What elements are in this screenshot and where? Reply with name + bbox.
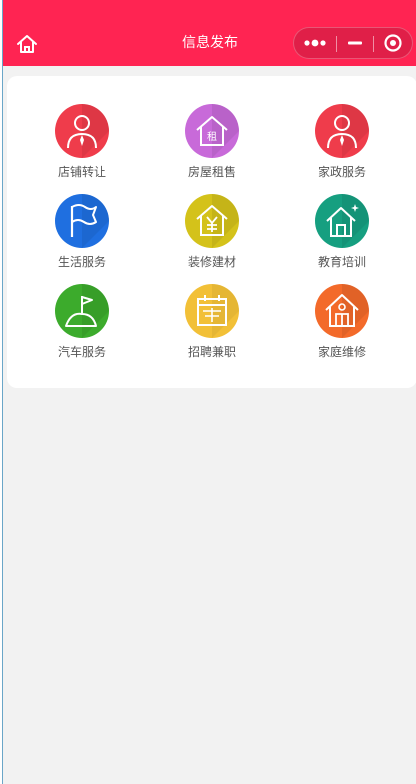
category-card: 店铺转让 租 房屋租售 家政服务 生活服务 装修建材 教育培训 汽车服务 招聘兼… <box>7 76 416 388</box>
category-label: 装修建材 <box>187 255 236 269</box>
category-label: 房屋租售 <box>187 165 236 179</box>
category-item[interactable]: 店铺转让 <box>27 104 137 184</box>
category-item[interactable]: 教育培训 <box>287 194 397 274</box>
target-icon[interactable] <box>374 28 412 58</box>
category-item[interactable]: 家政服务 <box>287 104 397 184</box>
house-tools-icon <box>315 284 369 338</box>
more-icon[interactable] <box>294 28 336 58</box>
businessman-icon <box>315 104 369 158</box>
mini-program-capsule <box>293 27 413 59</box>
flag-icon <box>55 194 109 248</box>
category-label: 教育培训 <box>317 255 366 269</box>
category-item[interactable]: 生活服务 <box>27 194 137 274</box>
flag-hill-icon <box>55 284 109 338</box>
category-item[interactable]: 汽车服务 <box>27 284 137 364</box>
category-label: 汽车服务 <box>57 345 106 359</box>
category-label: 家政服务 <box>317 165 366 179</box>
category-label: 店铺转让 <box>57 165 106 179</box>
category-label: 招聘兼职 <box>187 345 236 359</box>
category-label: 家庭维修 <box>317 345 366 359</box>
navigation-bar: 信息发布 <box>3 0 416 66</box>
house-yuan-icon <box>185 194 239 248</box>
category-item[interactable]: 家庭维修 <box>287 284 397 364</box>
minimize-icon[interactable] <box>337 28 373 58</box>
category-item[interactable]: 装修建材 <box>157 194 267 274</box>
category-item[interactable]: 招聘兼职 <box>157 284 267 364</box>
calendar-icon <box>185 284 239 338</box>
category-label: 生活服务 <box>57 255 106 269</box>
svg-text:租: 租 <box>207 130 217 143</box>
house-star-icon <box>315 194 369 248</box>
businessman-icon <box>55 104 109 158</box>
app-frame: 信息发布 店铺转让 租 房屋租售 家政服务 生活服务 装修建材 教育培训 汽车服… <box>2 0 416 784</box>
category-item[interactable]: 租 房屋租售 <box>157 104 267 184</box>
house-rent-icon: 租 <box>185 104 239 158</box>
